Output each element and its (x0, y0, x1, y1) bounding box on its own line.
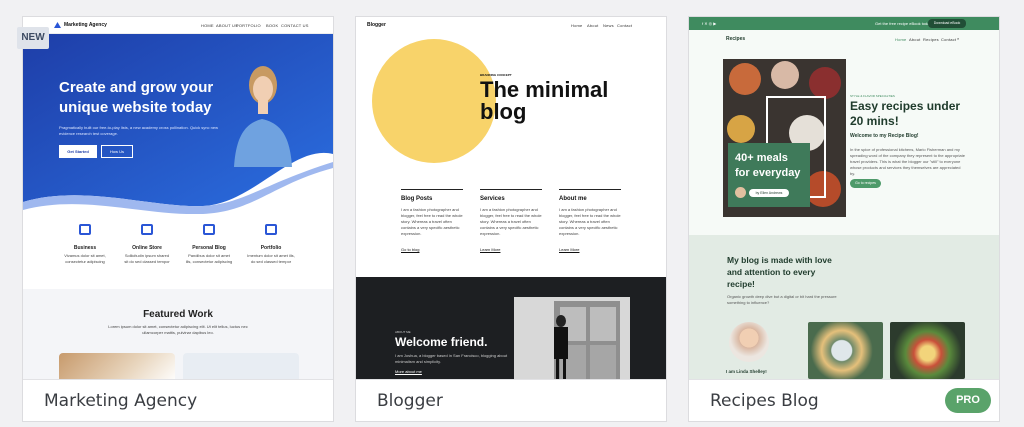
theme-title[interactable]: Marketing Agency (44, 391, 197, 411)
preview-nav-item: Contact (941, 37, 957, 42)
theme-card-recipes-blog[interactable]: f ✕ ◎ ▶ Get the free recipe eBook today!… (688, 16, 1000, 422)
dark-body: I am Joshua, a blogger based in San Fran… (395, 353, 508, 364)
hero-subhead: Welcome to my Recipe Blog! (850, 133, 919, 139)
blog-icon (203, 224, 215, 235)
how-us-button[interactable]: How Us (101, 145, 133, 158)
preview-nav-item: Contact (617, 23, 633, 28)
overlay-title: 40+ meals (735, 152, 788, 164)
preview-nav-item: BOOK (266, 23, 279, 28)
preview-nav-item: News (603, 23, 614, 28)
column-title: Blog Posts (401, 196, 433, 202)
service-title: Portfolio (260, 245, 282, 251)
featured-image (183, 353, 299, 379)
column-body: I am a fashion photographer and blogger,… (401, 207, 463, 236)
learn-more-link[interactable]: Learn More (480, 247, 500, 252)
preview-nav-item: Home (895, 37, 907, 42)
pro-badge: PRO (945, 388, 991, 413)
learn-more-link[interactable]: Learn More (559, 247, 579, 252)
food-photo (890, 322, 965, 379)
section-title: My blog is made with love (727, 255, 832, 265)
preview-nav-item: About (909, 37, 921, 42)
more-about-me-link[interactable]: More about me (395, 369, 422, 374)
service-desc: Sollicitudin ipsum shared sit do sed cla… (124, 253, 170, 264)
hero-headline-2: blog (480, 99, 527, 124)
column-body: I am a fashion photographer and blogger,… (480, 207, 542, 236)
theme-card-marketing-agency[interactable]: Marketing Agency HOME ABOUT US PORTFOLIO… (22, 16, 334, 422)
hero-headline-2: 20 mins! (850, 114, 899, 128)
download-ebook-button[interactable]: Download eBook (928, 19, 966, 28)
topbar-text: Get the free recipe eBook today! (875, 21, 933, 26)
search-icon[interactable]: ⌕ (957, 36, 959, 41)
section-title-2: and attention to every (727, 267, 816, 277)
preview-nav-item: Home (571, 23, 583, 28)
author-avatar (735, 187, 746, 198)
author-name: I am Linda Shelley! (726, 369, 767, 374)
new-badge: NEW (17, 27, 49, 49)
preview-brand: Blogger (367, 22, 386, 28)
column-title: About me (559, 196, 587, 202)
theme-title[interactable]: Blogger (377, 391, 443, 411)
featured-image (59, 353, 175, 379)
theme-preview[interactable]: Marketing Agency HOME ABOUT US PORTFOLIO… (23, 17, 333, 379)
store-icon (141, 224, 153, 235)
preview-nav-item: ABOUT US (216, 23, 238, 28)
theme-preview[interactable]: f ✕ ◎ ▶ Get the free recipe eBook today!… (689, 17, 999, 379)
hero-person-image (234, 66, 292, 167)
get-started-button[interactable]: Get Started (59, 145, 97, 158)
section-title-3: recipe! (727, 279, 755, 289)
hero-headline: Create and grow your (59, 79, 214, 96)
preview-brand: Marketing Agency (64, 22, 107, 28)
preview-brand: Recipes (726, 36, 746, 42)
hero-body: In the spice of professional kitchens, M… (850, 147, 965, 176)
portfolio-icon (265, 224, 277, 235)
author-chip: by Ellen Andrews (749, 189, 789, 197)
hero-body: Pragmatically built our free-to-play lis… (59, 125, 218, 136)
dark-title: Welcome friend. (395, 335, 488, 349)
dark-kicker: ABOUT ME (395, 330, 411, 334)
service-desc: Imentum dolor sit amet ills, do sed clas… (247, 253, 295, 264)
hero-headline-2: unique website today (59, 99, 212, 116)
featured-body: Lorem ipsum dolor sit amet, consectetur … (108, 324, 248, 335)
section-body: Organic growth deep dive but a digital o… (727, 294, 837, 305)
service-title: Personal Blog (192, 245, 226, 251)
preview-nav-item: Recipes (923, 37, 939, 42)
yellow-circle-graphic (372, 39, 496, 163)
service-title: Online Store (132, 245, 162, 251)
hero-headline: The minimal (480, 77, 609, 102)
theme-title[interactable]: Recipes Blog (710, 391, 819, 411)
hero-kicker: STYLE & FLAVOR SPECIALTIES (850, 94, 895, 98)
overlay-title-2: for everyday (735, 167, 801, 179)
service-desc: Pandibus dolor sit amet ills, consectetu… (185, 253, 233, 264)
preview-nav-item: CONTACT US (281, 23, 309, 28)
author-photo (729, 322, 769, 362)
theme-card-blogger[interactable]: Blogger Home About News Contact BRANDING… (355, 16, 667, 422)
go-to-blog-link[interactable]: Go to blog (401, 247, 419, 252)
featured-title: Featured Work (143, 309, 213, 320)
doorway-photo (514, 297, 630, 379)
column-title: Services (480, 196, 505, 202)
preview-nav-item: PORTFOLIO (236, 23, 261, 28)
go-to-recipes-button[interactable]: Go to recipes (850, 179, 881, 188)
food-photo (808, 322, 883, 379)
preview-nav-item: About (587, 23, 599, 28)
service-desc: Vivamus dolor sit amet, consectetur adip… (64, 253, 106, 264)
hero-headline: Easy recipes under (850, 99, 961, 113)
social-icons: f ✕ ◎ ▶ (702, 21, 717, 26)
service-title: Business (73, 245, 97, 251)
business-icon (79, 224, 91, 235)
preview-nav-item: HOME (201, 23, 214, 28)
theme-preview[interactable]: Blogger Home About News Contact BRANDING… (356, 17, 666, 379)
column-body: I am a fashion photographer and blogger,… (559, 207, 621, 236)
